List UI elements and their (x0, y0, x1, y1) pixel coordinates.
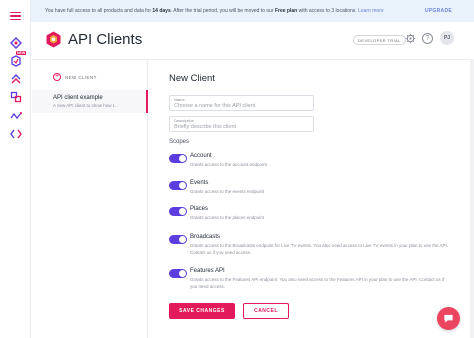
new-badge: NEW (16, 51, 27, 55)
new-feature-icon[interactable] (8, 53, 23, 68)
trial-banner: You have full access to all products and… (31, 0, 474, 22)
client-name: API client example (53, 95, 103, 101)
scope-description: Grants access to the places endpoint (190, 215, 265, 220)
scope-title: Places (190, 206, 209, 212)
client-list-panel: + NEW CLIENT API client example A new AP… (32, 60, 148, 338)
save-changes-button[interactable]: SAVE CHANGES (169, 303, 235, 319)
trial-banner-text: You have full access to all products and… (45, 8, 384, 14)
page-title: API Clients (68, 31, 143, 48)
account-toggle[interactable] (169, 154, 187, 163)
code-icon[interactable] (8, 126, 23, 141)
menu-icon[interactable] (10, 12, 21, 21)
scope-description: Grants access to the account endpoint (190, 162, 267, 167)
free-plan: Free plan (274, 8, 298, 14)
scope-title: Account (190, 153, 212, 159)
name-input[interactable] (174, 102, 309, 110)
up-chevrons-icon[interactable] (8, 71, 23, 86)
api-clients-page: NEW You have full access to all products… (0, 0, 474, 338)
new-client-button[interactable]: + NEW CLIENT (53, 73, 97, 81)
gear-icon[interactable] (405, 33, 416, 44)
app-logo (46, 31, 61, 48)
scopes-heading: Scopes (169, 139, 190, 145)
plus-icon: + (53, 73, 61, 81)
trial-days: 14 days (152, 8, 171, 14)
page-header: API Clients DEVELOPER TRIAL ? PJ (31, 22, 474, 58)
chat-button[interactable] (437, 307, 460, 330)
name-field[interactable]: Name (169, 95, 314, 111)
left-nav-rail: NEW (0, 0, 31, 338)
cancel-button[interactable]: CANCEL (243, 303, 289, 319)
new-client-label: NEW CLIENT (65, 74, 97, 80)
wave-icon[interactable] (8, 108, 23, 123)
description-input[interactable] (174, 123, 309, 131)
scope-title: Events (190, 180, 209, 186)
developer-trial-badge: DEVELOPER TRIAL (353, 35, 406, 45)
broadcasts-toggle[interactable] (169, 235, 187, 244)
main-content: + NEW CLIENT API client example A new AP… (32, 59, 474, 338)
scope-description: Grants access to the events endpoint (190, 189, 265, 194)
client-description: A new API client to show how t... (53, 103, 118, 108)
link-icon[interactable] (8, 89, 23, 104)
avatar[interactable]: PJ (440, 31, 454, 45)
scope-description: Grants access to the Broadcasts endpoint… (190, 243, 448, 255)
places-toggle[interactable] (169, 207, 187, 216)
description-field[interactable]: Description (169, 116, 314, 132)
list-item[interactable]: API client example A new API client to s… (32, 90, 148, 113)
scrollbar[interactable] (470, 59, 474, 338)
upgrade-button[interactable]: UPGRADE (425, 8, 452, 14)
scope-title: Broadcasts (190, 234, 221, 240)
scope-title: Features API (190, 268, 225, 274)
features-api-toggle[interactable] (169, 269, 187, 278)
scope-description: Grants access to the Features API endpoi… (190, 277, 445, 289)
chat-icon (444, 314, 453, 323)
form-heading: New Client (169, 73, 215, 84)
events-toggle[interactable] (169, 181, 187, 190)
learn-more-link[interactable]: Learn more (358, 8, 384, 14)
help-icon[interactable]: ? (422, 33, 433, 44)
diamond-icon[interactable] (8, 35, 23, 50)
